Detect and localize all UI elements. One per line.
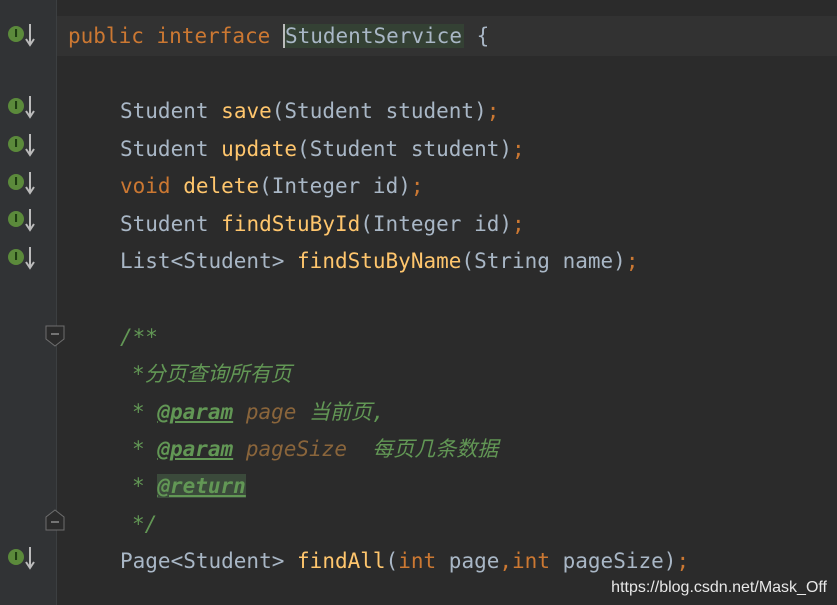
implemented-icon[interactable]: I <box>6 245 36 271</box>
arrow-down-icon <box>25 96 35 119</box>
code-line-find-by-name[interactable]: List<Student> findStuByName(String name)… <box>120 242 638 280</box>
implemented-icon[interactable]: I <box>6 207 36 233</box>
arrow-down-icon <box>25 172 35 195</box>
implemented-icon[interactable]: I <box>6 94 36 120</box>
code-line-save[interactable]: Student save(Student student); <box>120 92 499 130</box>
doc-comment-return[interactable]: * @return <box>132 467 246 505</box>
implemented-icon[interactable]: I <box>6 132 36 158</box>
doc-comment-end[interactable]: */ <box>132 505 157 543</box>
arrow-down-icon <box>25 547 35 570</box>
code-line-delete[interactable]: void delete(Integer id); <box>120 167 424 205</box>
implemented-icon[interactable]: I <box>6 170 36 196</box>
arrow-down-icon <box>25 209 35 232</box>
arrow-down-icon <box>25 247 35 270</box>
code-line-find-all[interactable]: Page<Student> findAll(int page,int pageS… <box>120 542 689 580</box>
code-editor[interactable] <box>57 0 837 605</box>
code-line-find-by-id[interactable]: Student findStuById(Integer id); <box>120 205 525 243</box>
arrow-down-icon <box>25 134 35 157</box>
interface-name[interactable]: StudentService <box>282 24 464 48</box>
arrow-down-icon <box>25 24 35 47</box>
code-line-update[interactable]: Student update(Student student); <box>120 130 525 168</box>
doc-comment-param-pagesize[interactable]: * @param pageSize 每页几条数据 <box>132 430 498 468</box>
code-line-interface[interactable]: public interface StudentService { <box>68 17 489 55</box>
doc-comment-param-page[interactable]: * @param page 当前页, <box>132 393 385 431</box>
fold-end-icon[interactable] <box>45 509 65 531</box>
implemented-icon[interactable]: I <box>6 22 36 48</box>
doc-comment-start[interactable]: /** <box>120 318 158 356</box>
source-watermark: https://blog.csdn.net/Mask_Off <box>611 579 827 596</box>
doc-comment-description[interactable]: *分页查询所有页 <box>132 355 292 393</box>
fold-collapse-icon[interactable] <box>45 325 65 347</box>
implemented-icon[interactable]: I <box>6 545 36 571</box>
